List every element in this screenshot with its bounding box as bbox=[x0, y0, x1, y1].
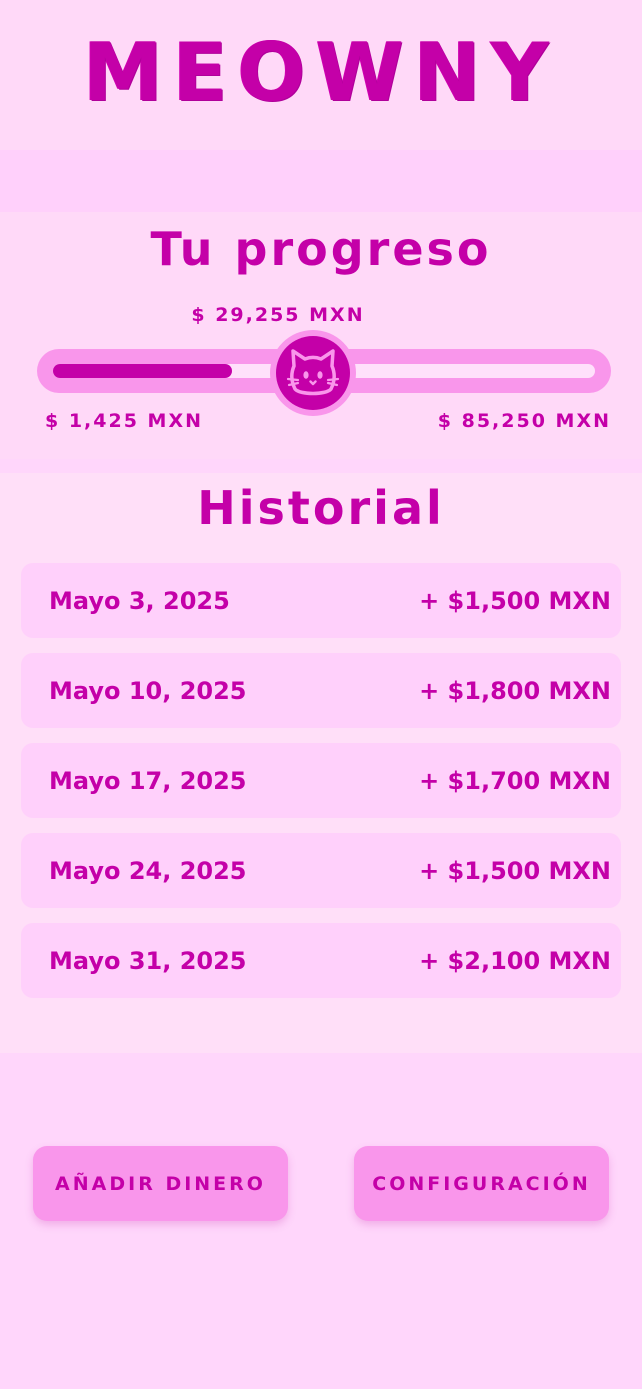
current-amount-label: $ 29,255 MXN bbox=[191, 304, 365, 326]
add-money-button[interactable]: AÑADIR DINERO bbox=[33, 1146, 288, 1221]
progress-slider-thumb[interactable] bbox=[270, 330, 356, 416]
progress-slider-fill bbox=[53, 364, 232, 378]
history-item-amount: + $2,100 MXN bbox=[419, 946, 611, 975]
history-item[interactable]: Mayo 10, 2025 + $1,800 MXN bbox=[21, 653, 621, 728]
history-item[interactable]: Mayo 17, 2025 + $1,700 MXN bbox=[21, 743, 621, 818]
history-item-amount: + $1,500 MXN bbox=[419, 586, 611, 615]
cat-face-icon bbox=[286, 349, 340, 396]
history-list: Mayo 3, 2025 + $1,500 MXN Mayo 10, 2025 … bbox=[21, 563, 621, 1013]
max-amount-label: $ 85,250 MXN bbox=[437, 410, 611, 432]
history-item-amount: + $1,800 MXN bbox=[419, 676, 611, 705]
history-item-date: Mayo 24, 2025 bbox=[49, 856, 247, 885]
history-item-amount: + $1,500 MXN bbox=[419, 856, 611, 885]
history-section: Historial Mayo 3, 2025 + $1,500 MXN Mayo… bbox=[0, 473, 642, 1053]
history-item-date: Mayo 31, 2025 bbox=[49, 946, 247, 975]
history-item[interactable]: Mayo 24, 2025 + $1,500 MXN bbox=[21, 833, 621, 908]
history-title: Historial bbox=[197, 481, 445, 535]
settings-button[interactable]: CONFIGURACIÓN bbox=[354, 1146, 609, 1221]
history-item[interactable]: Mayo 31, 2025 + $2,100 MXN bbox=[21, 923, 621, 998]
app-logo: MEOWNY bbox=[83, 25, 559, 119]
thumb-inner bbox=[276, 336, 350, 410]
history-item-date: Mayo 17, 2025 bbox=[49, 766, 247, 795]
progress-section: Tu progreso $ 29,255 MXN $ 1,425 MXN $ 8… bbox=[0, 212, 642, 459]
min-amount-label: $ 1,425 MXN bbox=[45, 410, 204, 432]
app-header: MEOWNY bbox=[0, 0, 642, 150]
history-item[interactable]: Mayo 3, 2025 + $1,500 MXN bbox=[21, 563, 621, 638]
history-item-amount: + $1,700 MXN bbox=[419, 766, 611, 795]
progress-title: Tu progreso bbox=[150, 222, 492, 276]
history-item-date: Mayo 10, 2025 bbox=[49, 676, 247, 705]
header-band bbox=[0, 150, 642, 212]
history-item-date: Mayo 3, 2025 bbox=[49, 586, 230, 615]
